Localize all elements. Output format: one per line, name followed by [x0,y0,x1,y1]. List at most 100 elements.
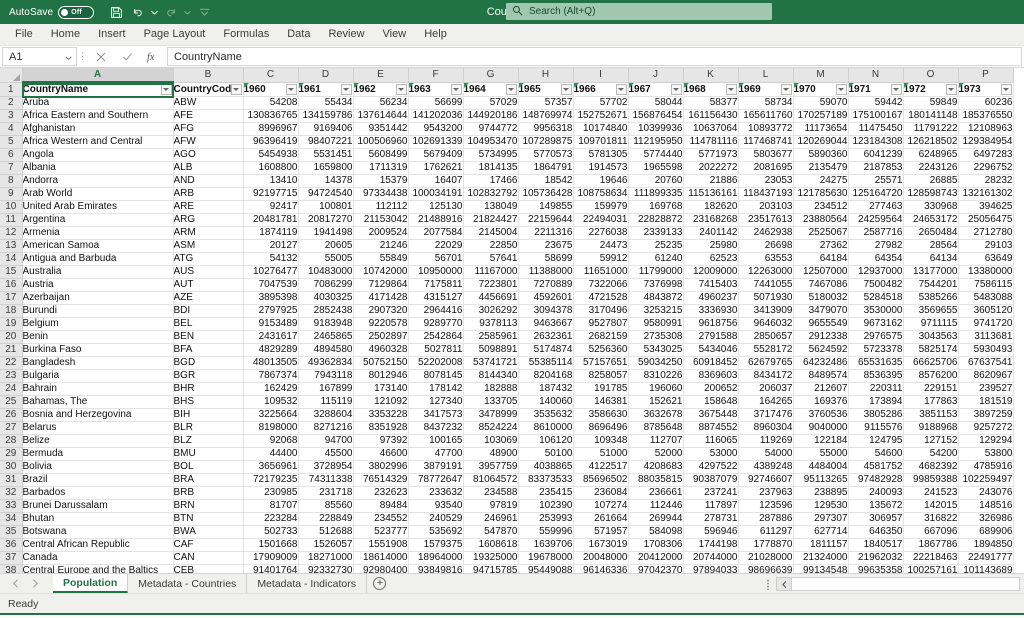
grid-cell[interactable]: 50752150 [353,356,408,369]
grid-cell[interactable]: 7500482 [848,278,903,291]
grid-cell[interactable]: 22218463 [903,551,958,564]
grid-cell[interactable]: 18542 [518,174,573,187]
grid-cell[interactable]: 8437232 [408,421,463,434]
grid-cell[interactable]: 164265 [738,395,793,408]
header-cell[interactable]: 1962 [353,82,408,96]
grid-cell[interactable]: 2585961 [463,330,518,343]
grid-cell[interactable]: 8351928 [353,421,408,434]
grid-cell[interactable]: 512688 [298,525,353,538]
grid-cell[interactable]: 1762621 [408,161,463,174]
grid-cell[interactable]: BRB [173,486,243,499]
grid-cell[interactable]: 102390 [518,499,573,512]
grid-cell[interactable]: 49362834 [298,356,353,369]
grid-cell[interactable]: CEB [173,564,243,573]
filter-dropdown-icon[interactable] [726,84,737,95]
add-sheet-plus-icon[interactable]: + [367,577,393,590]
grid-cell[interactable]: 10399936 [628,122,683,135]
grid-cell[interactable]: 173140 [353,382,408,395]
grid-cell[interactable]: 4829289 [243,343,298,356]
grid-cell[interactable]: 8310226 [628,369,683,382]
grid-cell[interactable]: 11167000 [463,265,518,278]
grid-cell[interactable]: 5930493 [958,343,1013,356]
grid-cell[interactable]: 1526057 [298,538,353,551]
grid-cell[interactable]: ARE [173,200,243,213]
grid-cell[interactable]: Brunei Darussalam [22,499,173,512]
grid-cell[interactable]: 571957 [573,525,628,538]
grid-cell[interactable]: 229151 [903,382,958,395]
column-header-m[interactable]: M [793,68,848,82]
grid-cell[interactable]: 53800 [958,447,1013,460]
filter-dropdown-icon[interactable] [286,84,297,95]
filter-dropdown-icon[interactable] [161,84,172,95]
grid-cell[interactable]: 236661 [628,486,683,499]
column-header-b[interactable]: B [173,68,243,82]
grid-cell[interactable]: 16407 [408,174,463,187]
grid-cell[interactable]: 181519 [958,395,1013,408]
grid-cell[interactable]: BEL [173,317,243,330]
grid-cell[interactable]: 60918452 [683,356,738,369]
grid-cell[interactable]: 7223801 [463,278,518,291]
grid-cell[interactable]: 15379 [353,174,408,187]
grid-cell[interactable]: 3805286 [848,408,903,421]
grid-cell[interactable]: ABW [173,96,243,109]
grid-cell[interactable]: 14378 [298,174,353,187]
grid-cell[interactable]: 130836765 [243,109,298,122]
ribbon-tab-view[interactable]: View [374,25,416,44]
grid-cell[interactable]: 19678000 [518,551,573,564]
grid-cell[interactable]: 9115576 [848,421,903,434]
filter-dropdown-icon[interactable] [451,84,462,95]
column-header-h[interactable]: H [518,68,573,82]
grid-cell[interactable]: 3479070 [793,304,848,317]
grid-cell[interactable]: 2401142 [683,226,738,239]
grid-cell[interactable]: 124795 [848,434,903,447]
grid-cell[interactable]: 102691339 [408,135,463,148]
grid-cell[interactable]: 4297522 [683,460,738,473]
grid-cell[interactable]: 27982 [848,239,903,252]
grid-cell[interactable]: 1551908 [353,538,408,551]
grid-cell[interactable]: 523777 [353,525,408,538]
grid-cell[interactable]: 117897 [683,499,738,512]
grid-cell[interactable]: 2145004 [463,226,518,239]
grid-cell[interactable]: 1965598 [628,161,683,174]
grid-cell[interactable]: 125130 [408,200,463,213]
grid-cell[interactable]: 2542864 [408,330,463,343]
grid-cell[interactable]: 3879191 [408,460,463,473]
grid-cell[interactable]: 1659800 [298,161,353,174]
grid-cell[interactable]: 121092 [353,395,408,408]
grid-cell[interactable]: 12108963 [958,122,1013,135]
spreadsheet-grid[interactable]: A B C D E F G H I J K L M N O P 1Country… [0,68,1024,573]
column-header-f[interactable]: F [408,68,463,82]
grid-cell[interactable]: 241523 [903,486,958,499]
grid-cell[interactable]: 148516 [958,499,1013,512]
grid-cell[interactable]: 100165 [408,434,463,447]
customize-quick-access-icon[interactable] [194,2,214,22]
grid-cell[interactable]: 78772647 [408,473,463,486]
grid-cell[interactable]: 5284518 [848,291,903,304]
grid-cell[interactable]: 4785916 [958,460,1013,473]
grid-cell[interactable]: Bangladesh [22,356,173,369]
row-header-22[interactable]: 22 [0,356,22,369]
grid-cell[interactable]: Belarus [22,421,173,434]
grid-cell[interactable]: 6041239 [848,148,903,161]
grid-cell[interactable]: Antigua and Barbuda [22,252,173,265]
grid-cell[interactable]: 5174874 [518,343,573,356]
grid-cell[interactable]: 2912338 [793,330,848,343]
grid-cell[interactable]: 7943118 [298,369,353,382]
filter-dropdown-icon[interactable] [616,84,627,95]
grid-cell[interactable]: 223284 [243,512,298,525]
filter-dropdown-icon[interactable] [1001,84,1012,95]
grid-cell[interactable]: 62679765 [738,356,793,369]
grid-cell[interactable]: 667096 [903,525,958,538]
grid-cell[interactable]: 53000 [683,447,738,460]
grid-cell[interactable]: Australia [22,265,173,278]
grid-cell[interactable]: 2850657 [738,330,793,343]
grid-cell[interactable]: 57157651 [573,356,628,369]
grid-cell[interactable]: BGR [173,369,243,382]
grid-cell[interactable]: 109348 [573,434,628,447]
grid-cell[interactable]: 66625706 [903,356,958,369]
redo-dropdown-chevron-down-icon[interactable] [183,2,192,22]
grid-cell[interactable]: AUS [173,265,243,278]
grid-cell[interactable]: 19325000 [463,551,518,564]
grid-cell[interactable]: 60236 [958,96,1013,109]
grid-cell[interactable]: 99134548 [793,564,848,573]
